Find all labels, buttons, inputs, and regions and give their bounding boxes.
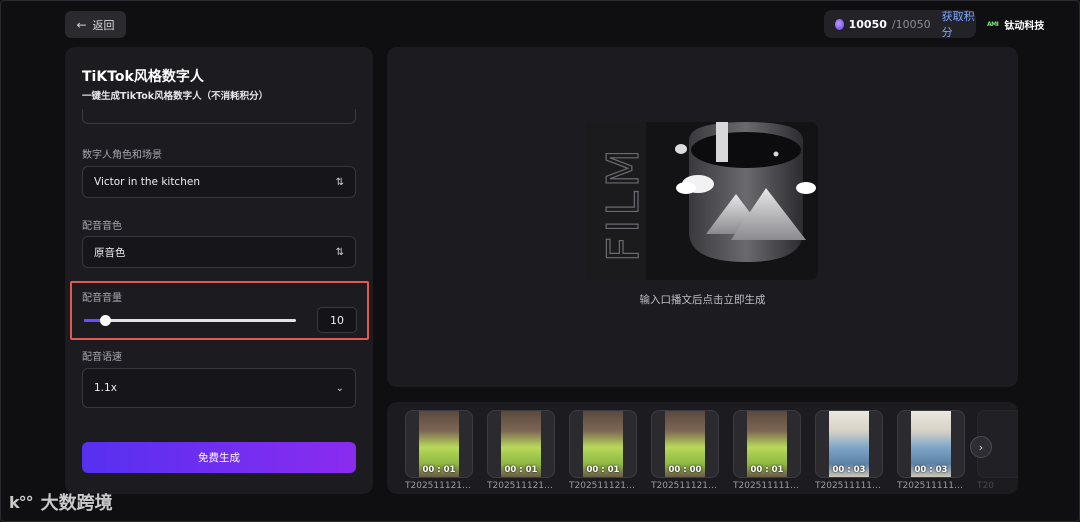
credits-total: /10050 <box>891 17 931 31</box>
speed-label: 配音语速 <box>82 352 122 363</box>
volume-label: 配音音量 <box>82 293 122 304</box>
template-thumbnail[interactable]: 00 : 00 <box>651 410 719 478</box>
template-name-partial: T20 <box>977 481 994 491</box>
role-label: 数字人角色和场景 <box>82 150 162 161</box>
voice-label: 配音音色 <box>82 221 122 232</box>
volume-section: 配音音量 10 <box>70 281 369 340</box>
brand-logo-icon: AMI <box>987 21 999 28</box>
arrow-left-icon: ← <box>76 17 87 32</box>
thumbnail-duration: 00 : 03 <box>914 465 948 475</box>
film-graphic-icon: FILM <box>586 122 818 280</box>
template-thumbnail[interactable]: 00 : 03 <box>815 410 883 478</box>
thumbnail-duration: 00 : 01 <box>750 465 784 475</box>
next-button[interactable]: › <box>970 436 992 458</box>
volume-slider-thumb[interactable] <box>100 315 112 326</box>
swap-icon: ⇅ <box>335 176 344 188</box>
speed-value: 1.1x <box>94 382 117 394</box>
app-frame: ← 返回 10050/10050 获取积分 AMI 钛动科技 TiKTok风格数… <box>0 0 1080 522</box>
template-thumbnail[interactable]: 00 : 01 <box>487 410 555 478</box>
template-thumbnail[interactable]: 00 : 01 <box>569 410 637 478</box>
generate-button[interactable]: 免费生成 <box>82 442 356 473</box>
preview-panel: FILM 输入口播文后点击立即生成 <box>387 47 1018 387</box>
film-illustration: FILM <box>586 122 818 280</box>
volume-slider[interactable] <box>84 315 296 326</box>
thumbnail-duration: 00 : 03 <box>832 465 866 475</box>
thumbnail-name: T202511111… <box>733 481 800 491</box>
coin-icon <box>835 18 844 30</box>
speed-select[interactable]: 1.1x ⌄ <box>82 368 356 408</box>
brand: AMI 钛动科技 <box>987 17 1044 32</box>
preview-hint: 输入口播文后点击立即生成 <box>639 294 766 306</box>
scrolled-field-edge <box>82 109 356 124</box>
volume-input[interactable]: 10 <box>317 307 357 333</box>
panel-subtitle: 一键生成TikTok风格数字人（不消耗积分） <box>82 91 269 102</box>
thumbnail-duration: 00 : 01 <box>586 465 620 475</box>
thumbnail-name: T202511111… <box>815 481 882 491</box>
voice-value: 原音色 <box>94 246 126 259</box>
back-button[interactable]: ← 返回 <box>65 11 126 38</box>
watermark-text: 大数跨境 <box>40 493 113 514</box>
template-strip: 00 : 01 T202511121… 00 : 01 T202511121… 00 :… <box>387 402 1018 494</box>
template-thumbnail[interactable]: 00 : 01 <box>733 410 801 478</box>
film-text: FILM <box>598 145 649 262</box>
watermark-logo-icon: k°° <box>9 492 34 512</box>
thumbnail-name: T202511111… <box>897 481 964 491</box>
template-thumbnail[interactable]: 00 : 01 <box>405 410 473 478</box>
thumbnail-name: T202511121… <box>405 481 472 491</box>
panel-title: TiKTok风格数字人 <box>82 69 204 85</box>
brand-name: 钛动科技 <box>1004 21 1045 32</box>
thumbnail-name: T202511121… <box>569 481 636 491</box>
thumbnail-duration: 00 : 00 <box>668 465 702 475</box>
swap-icon: ⇅ <box>335 246 344 258</box>
role-select[interactable]: Victor in the kitchen ⇅ <box>82 166 356 198</box>
template-thumbnail[interactable]: 00 : 03 <box>897 410 965 478</box>
thumbnail-name: T202511121… <box>651 481 718 491</box>
get-credits-link[interactable]: 获取积分 <box>942 8 976 40</box>
role-value: Victor in the kitchen <box>94 176 200 188</box>
credits-panel: 10050/10050 获取积分 <box>824 8 976 40</box>
chevron-right-icon: › <box>978 440 984 454</box>
thumbnail-duration: 00 : 01 <box>422 465 456 475</box>
thumbnail-duration: 00 : 01 <box>504 465 538 475</box>
back-label: 返回 <box>92 18 115 32</box>
chevron-down-icon: ⌄ <box>335 382 344 394</box>
thumbnail-name: T202511121… <box>487 481 554 491</box>
voice-select[interactable]: 原音色 ⇅ <box>82 236 356 268</box>
settings-panel: TiKTok风格数字人 一键生成TikTok风格数字人（不消耗积分） 数字人角色… <box>65 47 373 494</box>
watermark: k°° 大数跨境 <box>9 489 113 515</box>
credits-current: 10050 <box>848 17 887 31</box>
